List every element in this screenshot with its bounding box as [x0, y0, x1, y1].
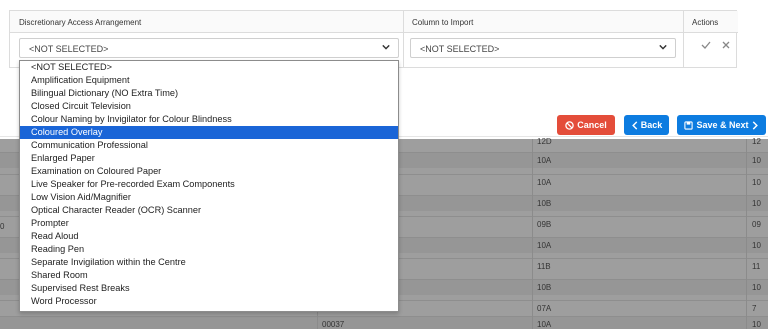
dropdown-option[interactable]: Live Speaker for Pre-recorded Exam Compo… [20, 178, 398, 191]
save-next-button[interactable]: Save & Next [677, 115, 766, 135]
header-column: Column to Import [403, 11, 683, 33]
dropdown-option[interactable]: Low Vision Aid/Magnifier [20, 191, 398, 204]
dropdown-option[interactable]: Separate Invigilation within the Centre [20, 256, 398, 269]
cancel-button[interactable]: Cancel [557, 115, 615, 135]
dropdown-option[interactable]: Examination on Coloured Paper [20, 165, 398, 178]
column-select-value: <NOT SELECTED> [420, 44, 500, 54]
dropdown-option[interactable]: Shared Room [20, 269, 398, 282]
save-next-label: Save & Next [696, 120, 749, 130]
dropdown-option[interactable]: Enlarged Paper [20, 152, 398, 165]
dropdown-option[interactable]: Colour Naming by Invigilator for Colour … [20, 113, 398, 126]
dropdown-option[interactable]: Closed Circuit Television [20, 100, 398, 113]
confirm-check-icon[interactable] [701, 41, 711, 49]
chevron-down-icon [659, 44, 667, 50]
ban-icon [565, 120, 574, 130]
back-label: Back [640, 120, 663, 130]
chevron-right-icon [752, 120, 758, 130]
cancel-label: Cancel [577, 120, 607, 130]
dropdown-option[interactable]: Bilingual Dictionary (NO Extra Time) [20, 87, 398, 100]
arrangement-dropdown-list[interactable]: <NOT SELECTED> Amplification Equipment B… [19, 60, 399, 312]
column-divider [683, 11, 684, 67]
back-button[interactable]: Back [624, 115, 669, 135]
save-icon [684, 120, 694, 130]
dropdown-option-highlighted[interactable]: Coloured Overlay [20, 126, 398, 139]
dropdown-option[interactable]: Supervised Rest Breaks [20, 282, 398, 295]
remove-x-icon[interactable] [722, 41, 730, 49]
dropdown-option[interactable]: Communication Professional [20, 139, 398, 152]
header-arrangement: Discretionary Access Arrangement [10, 11, 403, 33]
dropdown-option[interactable]: Word Processor [20, 295, 398, 308]
header-actions: Actions [683, 11, 738, 33]
column-select[interactable]: <NOT SELECTED> [410, 38, 676, 58]
chevron-left-icon [631, 120, 637, 130]
chevron-down-icon [382, 44, 390, 50]
dropdown-option[interactable]: Optical Character Reader (OCR) Scanner [20, 204, 398, 217]
dropdown-option[interactable]: Read Aloud [20, 230, 398, 243]
dropdown-option[interactable]: Amplification Equipment [20, 74, 398, 87]
column-divider [403, 11, 404, 67]
arrangement-select[interactable]: <NOT SELECTED> [19, 38, 399, 58]
dropdown-option[interactable]: <NOT SELECTED> [20, 61, 398, 74]
arrangement-select-value: <NOT SELECTED> [29, 44, 109, 54]
dropdown-option[interactable]: Reading Pen [20, 243, 398, 256]
dropdown-option[interactable]: Prompter [20, 217, 398, 230]
